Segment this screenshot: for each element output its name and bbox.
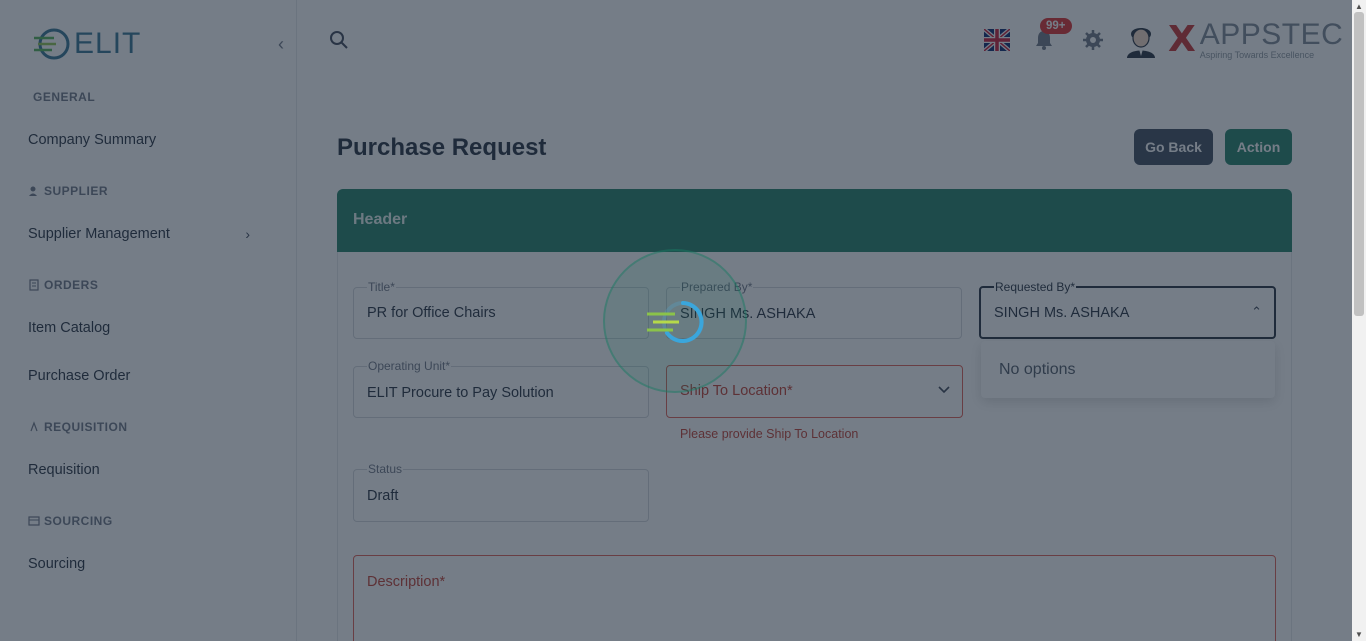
- section-orders-label: ORDERS: [44, 278, 99, 292]
- description-placeholder: Description*: [367, 574, 446, 590]
- sidebar-item-label: Supplier Management: [28, 226, 170, 242]
- sidebar-item-company-summary[interactable]: Company Summary: [28, 132, 268, 148]
- sidebar-item-sourcing[interactable]: Sourcing: [28, 556, 268, 572]
- sidebar-item-item-catalog[interactable]: Item Catalog: [28, 320, 268, 336]
- loading-spinner: [603, 249, 747, 393]
- elit-logo[interactable]: ELIT: [32, 24, 141, 64]
- status-label: Status: [367, 462, 404, 476]
- elit-logo-icon: [34, 28, 70, 60]
- sourcing-icon: [28, 516, 40, 526]
- section-supplier: SUPPLIER: [28, 184, 108, 198]
- appstec-x-mark: X: [1168, 19, 1196, 60]
- appstec-logo: X APPSTEC Aspiring Towards Excellence: [1168, 18, 1344, 61]
- section-supplier-label: SUPPLIER: [44, 184, 109, 198]
- sidebar-item-label: Requisition: [28, 462, 100, 478]
- sidebar-item-requisition[interactable]: Requisition: [28, 462, 268, 478]
- requested-by-label: Requested By*: [994, 280, 1077, 294]
- status-value: Draft: [367, 488, 399, 504]
- no-options-text: No options: [999, 361, 1076, 378]
- chevron-right-icon: ›: [245, 226, 250, 242]
- notification-badge: 99+: [1040, 18, 1072, 34]
- spinner-icon: [647, 301, 704, 343]
- requested-by-value: SINGH Ms. ASHAKA: [994, 305, 1130, 321]
- requested-by-dropdown: No options: [981, 341, 1275, 398]
- supplier-icon: [29, 186, 37, 196]
- section-general: GENERAL: [28, 90, 95, 104]
- sidebar-item-supplier-management[interactable]: Supplier Management ›: [28, 226, 268, 242]
- scroll-thumb[interactable]: [1354, 12, 1364, 316]
- description-field[interactable]: Description*: [353, 555, 1276, 641]
- title-field-value: PR for Office Chairs: [367, 305, 496, 321]
- scroll-up-icon[interactable]: ▲: [1355, 2, 1363, 11]
- operating-unit-label: Operating Unit*: [367, 359, 452, 373]
- sidebar-item-label: Company Summary: [28, 132, 157, 148]
- title-field-label: Title*: [367, 280, 396, 294]
- sidebar-item-label: Purchase Order: [28, 368, 131, 384]
- chevron-down-icon[interactable]: [938, 386, 950, 394]
- scroll-down-icon[interactable]: ▼: [1355, 630, 1363, 639]
- chevron-up-icon[interactable]: ⌃: [1251, 304, 1262, 320]
- status-field[interactable]: Status Draft: [353, 462, 649, 522]
- operating-unit-field[interactable]: Operating Unit* ELIT Procure to Pay Solu…: [353, 359, 649, 418]
- appstec-name: APPSTEC: [1199, 18, 1344, 51]
- orders-icon: [29, 279, 39, 291]
- sidebar-item-purchase-order[interactable]: Purchase Order: [28, 368, 268, 384]
- section-sourcing: SOURCING: [28, 514, 113, 528]
- section-requisition: REQUISITION: [28, 420, 128, 434]
- search-icon[interactable]: [329, 30, 349, 50]
- collapse-sidebar-button[interactable]: ‹: [272, 34, 290, 54]
- section-orders: ORDERS: [28, 278, 98, 292]
- section-general-label: GENERAL: [33, 90, 96, 104]
- requisition-icon: [30, 421, 38, 432]
- sidebar-item-label: Item Catalog: [28, 320, 111, 336]
- gear-icon[interactable]: [1082, 29, 1104, 51]
- uk-flag-icon[interactable]: [984, 29, 1010, 51]
- ship-to-location-error: Please provide Ship To Location: [680, 427, 859, 441]
- operating-unit-value: ELIT Procure to Pay Solution: [367, 385, 554, 401]
- avatar[interactable]: [1125, 22, 1157, 58]
- card-header-title: Header: [353, 211, 408, 228]
- requested-by-field[interactable]: Requested By* SINGH Ms. ASHAKA ⌃: [979, 280, 1276, 339]
- section-requisition-label: REQUISITION: [44, 420, 128, 434]
- go-back-button[interactable]: Go Back: [1134, 129, 1213, 165]
- card-header: Header: [337, 189, 1292, 252]
- page-scrollbar[interactable]: ▲ ▼: [1352, 0, 1366, 641]
- logo-text: ELIT: [74, 27, 142, 60]
- page-title: Purchase Request: [337, 134, 547, 161]
- sidebar: ELIT ‹ GENERAL Company Summary SUPPLIER …: [0, 0, 297, 641]
- section-sourcing-label: SOURCING: [44, 514, 113, 528]
- sidebar-item-label: Sourcing: [28, 556, 86, 572]
- appstec-tagline: Aspiring Towards Excellence: [1199, 50, 1315, 60]
- action-button[interactable]: Action: [1225, 129, 1292, 165]
